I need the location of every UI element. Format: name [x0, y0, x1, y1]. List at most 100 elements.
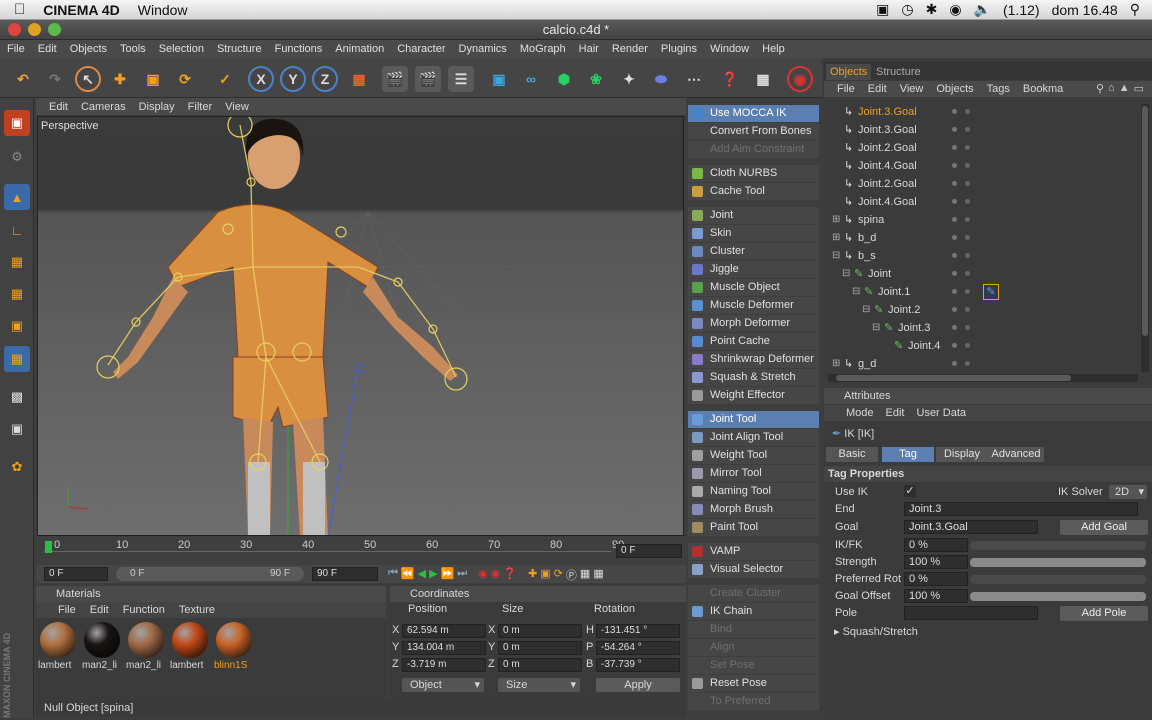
menu-tools[interactable]: Tools [113, 43, 152, 55]
object-tree-hscrollbar[interactable] [828, 374, 1138, 382]
editor-visibility-dot[interactable] [952, 325, 957, 330]
menu-dynamics[interactable]: Dynamics [452, 43, 513, 55]
menu-mograph[interactable]: MoGraph [513, 43, 572, 55]
add-pole-button[interactable]: Add Pole [1060, 606, 1148, 621]
menu-plugins[interactable]: Plugins [654, 43, 703, 55]
object-row[interactable]: ⊞ ↳ g_d [828, 355, 1144, 373]
menu-hair[interactable]: Hair [572, 43, 605, 55]
object-name[interactable]: Joint.3.Goal [858, 121, 917, 139]
use-ik-checkbox[interactable]: ✓ [904, 485, 916, 497]
collapse-icon[interactable]: ⊟ [862, 301, 870, 319]
object-name[interactable]: Joint.4.Goal [858, 193, 917, 211]
palette-jiggle[interactable]: Jiggle [688, 261, 819, 278]
key-scale-icon[interactable]: ▣ [540, 567, 550, 583]
rotation-field[interactable]: -131.451 ° [596, 624, 680, 638]
move-icon[interactable]: ✚ [107, 66, 133, 92]
menu-character[interactable]: Character [390, 43, 451, 55]
viewport-menu-cameras[interactable]: Cameras [81, 101, 126, 113]
menu-window[interactable]: Window [703, 43, 755, 55]
points-mode-icon[interactable]: ▦ [4, 249, 30, 275]
palette-point-cache[interactable]: Point Cache [688, 333, 819, 350]
palette-weight-tool[interactable]: Weight Tool [688, 447, 819, 464]
cube-icon[interactable]: ▣ [486, 66, 512, 92]
expand-icon[interactable]: ⊞ [832, 211, 840, 229]
axis-mode-icon[interactable]: ∟ [4, 217, 30, 243]
object-name[interactable]: Joint.2.Goal [858, 175, 917, 193]
attributes-menu-mode[interactable]: Mode [846, 407, 874, 419]
materials-menu-function[interactable]: Function [123, 604, 165, 616]
palette-cluster[interactable]: Cluster [688, 243, 819, 260]
key-pla-icon[interactable]: ▦ [580, 567, 590, 583]
go-to-end-icon[interactable]: ⏭ [457, 567, 467, 583]
render-visibility-dot[interactable] [965, 127, 970, 132]
editor-visibility-dot[interactable] [952, 361, 957, 366]
coord-size-select[interactable]: Size ▾ [498, 678, 580, 692]
previous-key-icon[interactable]: ⏪ [401, 567, 415, 583]
menu-structure[interactable]: Structure [210, 43, 268, 55]
coordinate-system-icon[interactable]: ▦ [346, 66, 372, 92]
strength-field[interactable]: 100 % [904, 555, 968, 569]
menu-selection[interactable]: Selection [152, 43, 210, 55]
palette-joint-tool[interactable]: Joint Tool [688, 411, 819, 428]
object-row[interactable]: ⊟ ↳ b_s [828, 247, 1144, 265]
collapse-icon[interactable]: ⊟ [852, 283, 860, 301]
position-field[interactable]: -3.719 m [402, 658, 486, 672]
up-arrow-icon[interactable]: ▲ [1119, 82, 1130, 95]
app-menu[interactable]: CINEMA 4D [43, 2, 120, 18]
collapse-icon[interactable]: ⊟ [832, 247, 840, 265]
render-visibility-dot[interactable] [965, 343, 970, 348]
menu-functions[interactable]: Functions [268, 43, 329, 55]
menu-file[interactable]: File [0, 43, 31, 55]
object-row[interactable]: ↳ Joint.4.Goal [828, 193, 1144, 211]
object-tree-vscrollbar[interactable] [1141, 104, 1149, 372]
object-row[interactable]: ⊟ ✎ Joint.2 [828, 301, 1144, 319]
editor-visibility-dot[interactable] [952, 289, 957, 294]
key-param-icon[interactable]: Ⓟ [566, 567, 577, 583]
object-name[interactable]: Joint.3 [898, 319, 930, 337]
object-row[interactable]: ⊟ ✎ Joint [828, 265, 1144, 283]
object-row[interactable]: ⊟ ✎ Joint.1 ✎ [828, 283, 1144, 301]
render-visibility-dot[interactable] [965, 145, 970, 150]
texture-mode-icon[interactable]: ▩ [4, 384, 30, 410]
mac-window-menu[interactable]: Window [138, 2, 188, 18]
material-item[interactable]: man2_li [126, 620, 166, 672]
palette-muscle-object[interactable]: Muscle Object [688, 279, 819, 296]
editor-visibility-dot[interactable] [952, 235, 957, 240]
apple-icon[interactable]:  [14, 1, 25, 18]
previous-frame-icon[interactable]: ◀ [418, 567, 426, 583]
menu-animation[interactable]: Animation [328, 43, 390, 55]
editor-visibility-dot[interactable] [952, 253, 957, 258]
materials-menu-file[interactable]: File [58, 604, 76, 616]
render-visibility-dot[interactable] [965, 361, 970, 366]
make-editable-icon[interactable]: ▣ [4, 110, 30, 136]
object-name[interactable]: b_d [858, 229, 876, 247]
search-icon[interactable]: ⚲ [1096, 82, 1104, 95]
objects-menu-edit[interactable]: Edit [868, 83, 887, 95]
array-icon[interactable]: ❀ [583, 66, 609, 92]
pole-link-field[interactable] [904, 606, 1038, 620]
material-item[interactable]: blinn1S [214, 620, 254, 672]
objects-menu-bookma[interactable]: Bookma [1023, 83, 1063, 95]
object-mode-icon[interactable]: ▲ [4, 184, 30, 210]
palette-visual-selector[interactable]: Visual Selector [688, 561, 819, 578]
x-axis-icon[interactable]: X [248, 66, 274, 92]
key-rotation-icon[interactable]: ⟳ [554, 567, 563, 583]
deformer-icon[interactable]: ✦ [616, 66, 642, 92]
viewport-perspective[interactable]: Perspective [37, 116, 684, 536]
palette-morph-brush[interactable]: Morph Brush [688, 501, 819, 518]
object-row[interactable]: ✎ Joint.4 [828, 337, 1144, 355]
objects-menu-tags[interactable]: Tags [987, 83, 1010, 95]
render-picture-viewer-icon[interactable]: 🎬 [415, 66, 441, 92]
render-visibility-dot[interactable] [965, 199, 970, 204]
menu-help[interactable]: Help [755, 43, 791, 55]
material-item[interactable]: man2_li [82, 620, 122, 672]
editor-visibility-dot[interactable] [952, 199, 957, 204]
object-name[interactable]: b_s [858, 247, 876, 265]
object-name[interactable]: Joint.3.Goal [858, 103, 917, 121]
editor-visibility-dot[interactable] [952, 145, 957, 150]
tweak-mode-icon[interactable]: ▦ [4, 346, 30, 372]
go-to-start-icon[interactable]: ⏮ [388, 567, 398, 583]
render-visibility-dot[interactable] [965, 307, 970, 312]
menu-edit[interactable]: Edit [31, 43, 63, 55]
render-visibility-dot[interactable] [965, 163, 970, 168]
